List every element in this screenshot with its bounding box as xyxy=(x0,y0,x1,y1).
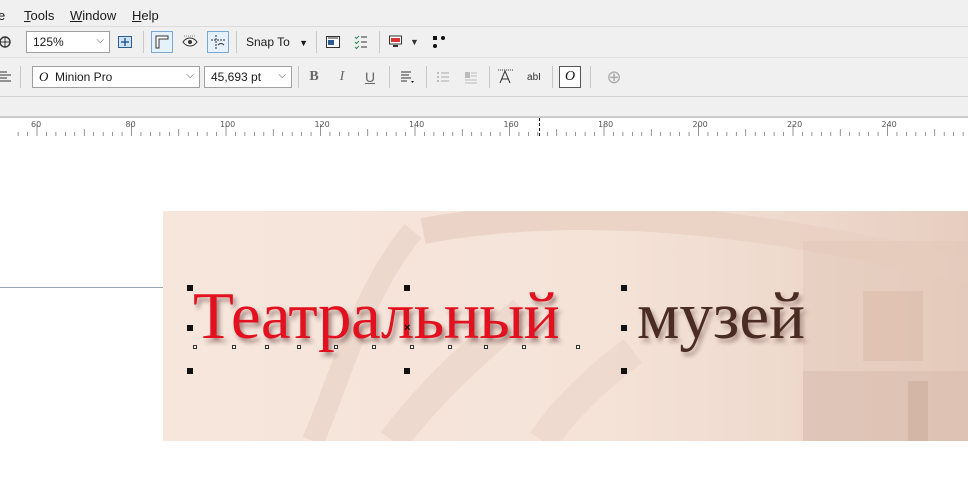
toolbar-separator xyxy=(143,31,144,53)
character-node[interactable] xyxy=(484,345,488,349)
zoom-level-value: 125% xyxy=(33,35,64,49)
view-grid-icon[interactable] xyxy=(179,31,201,53)
drop-cap-icon[interactable] xyxy=(460,66,482,88)
menu-help-rest: elp xyxy=(141,8,159,23)
character-node[interactable] xyxy=(410,345,414,349)
options-checklist-icon[interactable] xyxy=(350,31,372,53)
launch-application-icon[interactable] xyxy=(385,31,407,53)
property-bar: O Minion Pro ⌵ 45,693 pt ⌵ B I U abI O ⊕ xyxy=(0,58,968,97)
toolbar-separator xyxy=(389,66,390,88)
show-guidelines-icon[interactable] xyxy=(207,31,229,53)
snap-to-button[interactable]: Snap To ▼ xyxy=(246,35,308,49)
ruler-tick-label: 120 xyxy=(314,120,330,129)
export-icon[interactable] xyxy=(0,31,16,53)
selection-handle-tl[interactable] xyxy=(187,285,193,291)
toolbar-separator xyxy=(298,66,299,88)
caret-down-icon[interactable]: ▼ xyxy=(410,37,419,47)
character-node[interactable] xyxy=(232,345,236,349)
ruler-ticks xyxy=(17,124,964,136)
toolbar-separator xyxy=(316,31,317,53)
character-node[interactable] xyxy=(448,345,452,349)
toolbar-separator xyxy=(552,66,553,88)
character-node[interactable] xyxy=(334,345,338,349)
font-family-value: Minion Pro xyxy=(55,70,113,84)
ruler-tick-label: 200 xyxy=(692,120,708,129)
menu-item-help[interactable]: Help xyxy=(132,8,159,23)
selection-handle-ml[interactable] xyxy=(187,325,193,331)
ruler-tick-label: 160 xyxy=(503,120,519,129)
toolbar-separator xyxy=(426,66,427,88)
horizontal-ruler[interactable]: 60 80 100 120 140 160 180 200 220 240 xyxy=(0,117,968,137)
horizontal-alignment-icon[interactable] xyxy=(397,66,419,88)
character-node[interactable] xyxy=(297,345,301,349)
ruler-tick-label: 100 xyxy=(220,120,236,129)
selection-handle-tc[interactable] xyxy=(404,285,410,291)
character-node[interactable] xyxy=(576,345,580,349)
menu-item-partial[interactable]: e xyxy=(0,8,5,23)
italic-icon[interactable]: I xyxy=(331,66,353,88)
selection-handle-br[interactable] xyxy=(621,368,627,374)
standard-toolbar: 125% ⌵ Snap To ▼ ▼ xyxy=(0,27,968,58)
toolbar-separator xyxy=(236,31,237,53)
underline-icon[interactable]: U xyxy=(359,66,381,88)
font-size-combo[interactable]: 45,693 pt ⌵ xyxy=(204,66,292,88)
bold-icon[interactable]: B xyxy=(303,66,325,88)
ruler-tick-label: 80 xyxy=(125,120,136,129)
welcome-screen-icon[interactable] xyxy=(322,31,344,53)
ruler-cursor-marker xyxy=(539,118,540,136)
menu-item-window[interactable]: Window xyxy=(70,8,116,23)
menu-bar: e Tools Window Help xyxy=(0,0,968,27)
character-node[interactable] xyxy=(193,345,197,349)
selected-text-theatrical[interactable]: Театральный xyxy=(193,278,560,355)
font-size-value: 45,693 pt xyxy=(211,70,262,84)
selection-handle-bc[interactable] xyxy=(404,368,410,374)
toolbar-separator xyxy=(20,66,21,88)
menu-help-accel: H xyxy=(132,8,142,23)
menu-window-rest: indow xyxy=(82,8,117,23)
text-align-icon[interactable] xyxy=(0,66,16,88)
show-rulers-icon[interactable] xyxy=(151,31,173,53)
ruler-tick-label: 140 xyxy=(409,120,425,129)
font-family-combo[interactable]: O Minion Pro ⌵ xyxy=(32,66,200,88)
drawing-canvas[interactable]: Театральный музей × xyxy=(0,136,968,479)
text-museum[interactable]: музей xyxy=(637,278,805,355)
node-dots-icon[interactable] xyxy=(428,31,450,53)
ruler-tick-label: 240 xyxy=(881,120,897,129)
chevron-down-icon: ⌵ xyxy=(96,35,104,46)
character-node[interactable] xyxy=(522,345,526,349)
selection-handle-tr[interactable] xyxy=(621,285,627,291)
toolbar-separator xyxy=(590,66,591,88)
chevron-down-icon: ⌵ xyxy=(186,70,194,81)
toolbar-separator xyxy=(489,66,490,88)
ruler-tick-label: 180 xyxy=(598,120,614,129)
guideline[interactable] xyxy=(0,287,163,288)
ruler-tick-label: 220 xyxy=(787,120,803,129)
character-formatting-icon[interactable] xyxy=(495,66,517,88)
toolbar-gap xyxy=(0,97,968,117)
menu-window-accel: W xyxy=(70,8,83,23)
caret-down-icon: ▼ xyxy=(299,38,309,48)
selection-handle-bl[interactable] xyxy=(187,368,193,374)
bullet-list-icon[interactable] xyxy=(432,66,454,88)
chevron-down-icon: ⌵ xyxy=(278,70,286,81)
selection-handle-mr[interactable] xyxy=(621,325,627,331)
opentype-font-icon: O xyxy=(39,69,49,84)
snap-to-label: Snap To xyxy=(246,35,290,49)
zoom-fit-icon[interactable] xyxy=(114,31,136,53)
toolbar-separator xyxy=(379,31,380,53)
menu-tools-rest: ools xyxy=(30,8,55,23)
menu-item-tools[interactable]: Tools xyxy=(24,8,54,23)
center-x-icon[interactable]: × xyxy=(404,322,410,334)
opentype-icon[interactable]: O xyxy=(559,66,581,88)
zoom-level-combo[interactable]: 125% ⌵ xyxy=(26,31,110,53)
character-node[interactable] xyxy=(372,345,376,349)
ruler-tick-label: 60 xyxy=(31,120,42,129)
character-node[interactable] xyxy=(265,345,269,349)
add-icon[interactable]: ⊕ xyxy=(603,66,625,88)
edit-text-icon[interactable]: abI xyxy=(523,66,545,88)
